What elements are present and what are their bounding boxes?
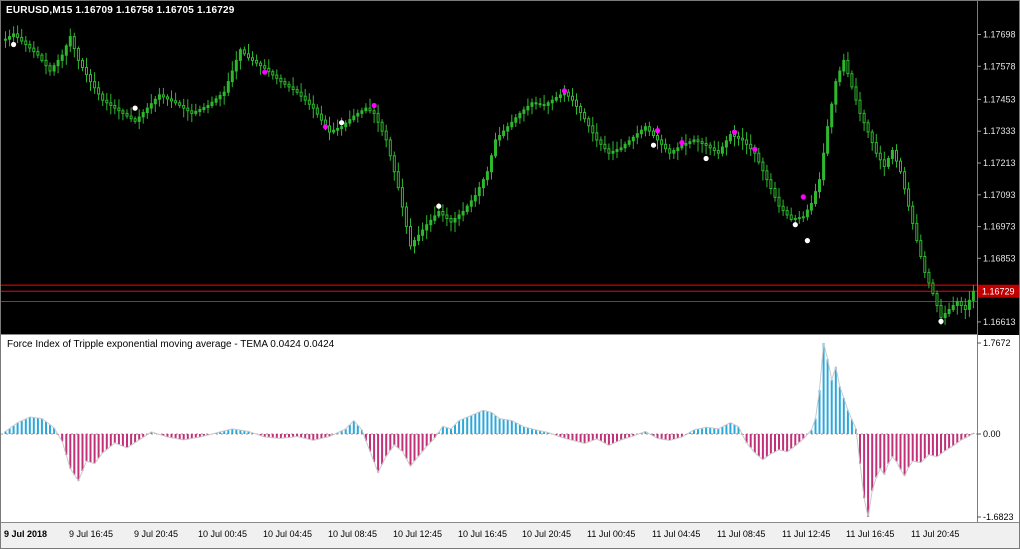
price-chart-panel[interactable] bbox=[1, 1, 1019, 334]
time-axis-label: 10 Jul 12:45 bbox=[393, 529, 443, 539]
time-axis-label: 10 Jul 04:45 bbox=[263, 529, 313, 539]
time-axis-label: 10 Jul 00:45 bbox=[198, 529, 248, 539]
time-axis-label: 9 Jul 16:45 bbox=[69, 529, 114, 539]
time-axis-label: 11 Jul 08:45 bbox=[717, 529, 766, 539]
time-axis-label: 10 Jul 08:45 bbox=[328, 529, 378, 539]
time-axis-label: 11 Jul 04:45 bbox=[652, 529, 701, 539]
time-axis-label: 11 Jul 12:45 bbox=[782, 529, 831, 539]
indicator-title: Force Index of Tripple exponential movin… bbox=[7, 339, 335, 350]
time-axis-label: 10 Jul 16:45 bbox=[458, 529, 508, 539]
time-axis-label: 11 Jul 20:45 bbox=[911, 529, 960, 539]
indicator-panel[interactable] bbox=[1, 334, 1019, 522]
mt4-chart-window: 9 Jul 2018 9 Jul 16:45 9 Jul 20:45 10 Jul 0… bbox=[0, 0, 1020, 549]
time-axis-label: 11 Jul 00:45 bbox=[587, 529, 636, 539]
time-axis-label: 9 Jul 2018 bbox=[4, 529, 48, 539]
chart-ohlc-title: EURUSD,M15 1.16709 1.16758 1.16705 1.167… bbox=[6, 5, 235, 16]
time-axis-label: 10 Jul 20:45 bbox=[522, 529, 572, 539]
time-axis-label: 9 Jul 20:45 bbox=[134, 529, 179, 539]
time-axis-label: 11 Jul 16:45 bbox=[846, 529, 895, 539]
time-axis[interactable]: 9 Jul 2018 9 Jul 16:45 9 Jul 20:45 10 Jul 0… bbox=[1, 522, 1019, 548]
